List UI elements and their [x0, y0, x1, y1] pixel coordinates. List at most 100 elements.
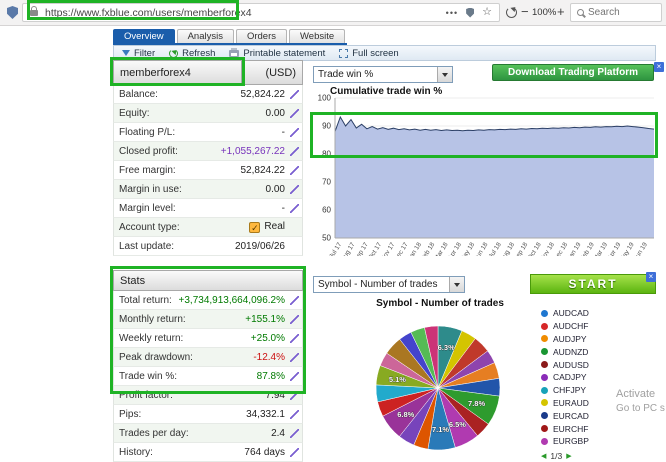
svg-text:Nov 17: Nov 17 [380, 241, 397, 256]
history-chart-icon[interactable] [290, 353, 299, 362]
tab-overview[interactable]: Overview [113, 29, 175, 43]
printable-statement-button[interactable]: Printable statement [229, 48, 325, 59]
history-chart-icon[interactable] [290, 391, 299, 400]
legend-label: AUDCHF [553, 321, 588, 331]
svg-text:Mar 19: Mar 19 [593, 241, 610, 256]
legend-label: CHFJPY [553, 385, 586, 395]
legend-dot [541, 374, 548, 381]
row-label: Profit factor: [119, 390, 173, 401]
reload-icon[interactable] [506, 7, 517, 18]
row-label: Weekly return: [119, 333, 183, 344]
tracking-protection-shield-icon[interactable] [7, 6, 18, 19]
search-icon [577, 9, 584, 16]
svg-text:Oct 18: Oct 18 [527, 241, 543, 256]
ad-close-icon[interactable]: × [646, 272, 656, 282]
symbol-pie-chart: 6.3%7.8%6.5%7.1%6.8%5.1% [372, 322, 504, 454]
refresh-label: Refresh [182, 48, 215, 59]
legend-item: AUDJPY [541, 333, 589, 346]
zoom-level[interactable]: 100% [532, 7, 556, 18]
legend-item: EURAUD [541, 397, 589, 410]
row-value: +155.1% [186, 314, 290, 325]
trade-win-select[interactable]: Trade win % [313, 66, 453, 83]
svg-text:May 19: May 19 [619, 241, 636, 256]
fullscreen-icon [339, 49, 348, 58]
legend-label: AUDJPY [553, 334, 587, 344]
permissions-shield-icon[interactable] [466, 8, 474, 18]
tab-orders[interactable]: Orders [236, 29, 287, 43]
history-chart-icon[interactable] [290, 147, 299, 156]
legend-dot [541, 425, 548, 432]
svg-text:50: 50 [322, 234, 331, 243]
svg-text:Dec 17: Dec 17 [393, 241, 410, 256]
ad-close-icon[interactable]: × [654, 62, 664, 72]
history-chart-icon[interactable] [290, 315, 299, 324]
history-chart-icon[interactable] [290, 90, 299, 99]
filter-label: Filter [134, 48, 155, 59]
history-chart-icon[interactable] [290, 109, 299, 118]
account-type-value: Real [264, 221, 285, 232]
legend-item: CADJPY [541, 371, 589, 384]
row-label: Margin in use: [119, 184, 182, 195]
account-currency: (USD) [241, 60, 303, 85]
svg-text:Jul 17: Jul 17 [328, 241, 343, 256]
watermark-line2: Go to PC s [616, 402, 665, 416]
history-chart-icon[interactable] [290, 448, 299, 457]
row-label: Peak drawdown: [119, 352, 193, 363]
start-ad-button[interactable]: START [530, 274, 656, 294]
real-account-checkbox[interactable]: ✓ [249, 222, 260, 233]
zoom-in-button[interactable]: + [557, 4, 565, 19]
download-trading-platform-button[interactable]: Download Trading Platform [492, 64, 654, 81]
svg-text:Jan 18: Jan 18 [407, 241, 423, 256]
legend-item: EURGBP [541, 435, 589, 448]
refresh-button[interactable]: Refresh [169, 48, 215, 59]
history-chart-icon[interactable] [290, 429, 299, 438]
svg-text:90: 90 [322, 122, 331, 131]
url-bar[interactable]: https://www.fxblue.com/users/memberforex… [22, 3, 500, 22]
row-label: Floating P/L: [119, 127, 175, 138]
prev-page-icon[interactable]: ◀ [541, 452, 546, 460]
row-value: -12.4% [193, 352, 290, 363]
row-value: +25.0% [183, 333, 290, 344]
table-row: Margin in use: 0.00 [113, 180, 303, 199]
table-row: Weekly return: +25.0% [113, 329, 303, 348]
svg-text:5.1%: 5.1% [389, 375, 406, 384]
legend-item: AUDCAD [541, 307, 589, 320]
table-row: Floating P/L: - [113, 123, 303, 142]
row-value: 7.94 [173, 390, 290, 401]
history-chart-icon[interactable] [290, 166, 299, 175]
legend-item: EURCAD [541, 409, 589, 422]
row-label: Account type: [119, 222, 180, 233]
tab-analysis[interactable]: Analysis [177, 29, 234, 43]
browser-search-box[interactable] [570, 3, 662, 22]
history-chart-icon[interactable] [290, 296, 299, 305]
row-value: 87.8% [177, 371, 290, 382]
svg-text:Apr 19: Apr 19 [606, 241, 622, 256]
lock-icon[interactable] [30, 10, 38, 16]
legend-dot [541, 438, 548, 445]
history-chart-icon[interactable] [290, 334, 299, 343]
filter-button[interactable]: Filter [122, 48, 155, 59]
symbol-select[interactable]: Symbol - Number of trades [313, 276, 465, 293]
history-chart-icon[interactable] [290, 128, 299, 137]
history-chart-icon[interactable] [290, 204, 299, 213]
tab-website[interactable]: Website [289, 29, 345, 43]
bookmark-star-icon[interactable]: ☆ [482, 7, 492, 18]
history-chart-icon[interactable] [290, 372, 299, 381]
svg-text:60: 60 [322, 206, 331, 215]
url-text: https://www.fxblue.com/users/memberforex… [45, 7, 252, 19]
history-chart-icon[interactable] [290, 185, 299, 194]
table-row: Peak drawdown: -12.4% [113, 348, 303, 367]
svg-text:Jun 19: Jun 19 [633, 241, 649, 256]
history-chart-icon[interactable] [290, 410, 299, 419]
full-screen-button[interactable]: Full screen [339, 48, 398, 59]
site-tabs: Overview Analysis Orders Website [113, 29, 347, 45]
table-row: Balance: 52,824.22 [113, 85, 303, 104]
page-actions-icon[interactable]: ••• [446, 8, 458, 18]
svg-text:Feb 19: Feb 19 [579, 241, 596, 256]
funnel-icon [122, 50, 130, 56]
account-summary-table: memberforex4 (USD) Balance: 52,824.22 Eq… [113, 60, 303, 256]
zoom-out-button[interactable]: − [521, 4, 529, 19]
search-input[interactable] [588, 7, 648, 18]
svg-text:Apr 18: Apr 18 [447, 241, 463, 256]
next-page-icon[interactable]: ▶ [566, 452, 571, 460]
